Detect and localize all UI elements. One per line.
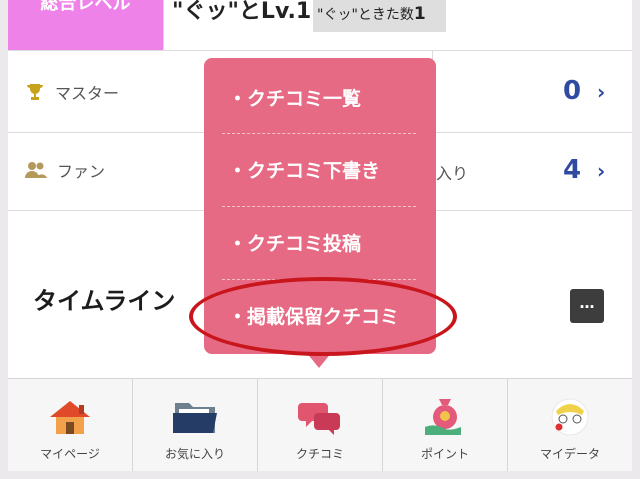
gutto-count-value: 1 (413, 4, 426, 24)
nav-label: クチコミ (295, 447, 344, 461)
fan-label: ファン (57, 162, 106, 181)
master-label: マスター (55, 84, 120, 103)
nav-favorites[interactable]: お気に入り (133, 379, 258, 471)
chevron-right-icon[interactable]: › (597, 80, 605, 104)
folder-icon (173, 403, 217, 433)
fan-row-label[interactable]: ファン (25, 158, 105, 182)
menu-separator (222, 133, 416, 134)
master-row-label[interactable]: マスター (25, 80, 119, 104)
nav-mypage[interactable]: マイページ (8, 379, 133, 471)
nav-label: マイデータ (539, 447, 600, 461)
menu-item-kuchikomi-list[interactable]: ・クチコミ一覧 (228, 84, 418, 111)
money-bag-icon (425, 399, 461, 435)
nav-points[interactable]: ポイント (383, 379, 508, 471)
highlight-circle (189, 277, 457, 356)
menu-separator (222, 206, 416, 207)
people-icon (25, 162, 47, 178)
overall-level-tab[interactable]: 総合レベル (8, 0, 163, 50)
chat-bubbles-icon (298, 403, 340, 435)
trophy-icon (27, 84, 43, 100)
nav-label: マイページ (40, 447, 100, 461)
menu-item-kuchikomi-drafts[interactable]: ・クチコミ下書き (228, 156, 418, 183)
avatar-icon (551, 398, 589, 436)
overall-level-label: 総合レベル (40, 0, 131, 14)
gutto-count-label: "ぐッ"ときた数 (317, 7, 414, 23)
divider (163, 0, 164, 50)
nav-label: ポイント (420, 447, 469, 461)
gutto-count: "ぐッ"ときた数1 (313, 0, 446, 32)
fan-count[interactable]: 4 (563, 155, 581, 185)
chevron-right-icon[interactable]: › (597, 159, 605, 183)
timeline-title: タイムライン (33, 287, 176, 315)
more-options-button[interactable]: … (570, 289, 604, 323)
nav-label: お気に入り (164, 447, 225, 461)
master-count[interactable]: 0 (563, 76, 581, 106)
nav-mydata[interactable]: マイデータ (508, 379, 632, 471)
favorite-partial-label: 入り (436, 164, 469, 183)
bottom-nav: マイページ お気に入り クチコミ ポイント マイデータ (8, 378, 632, 471)
level-value: "ぐッ"とLv.1 (172, 0, 312, 24)
home-icon (50, 401, 90, 434)
menu-item-kuchikomi-post[interactable]: ・クチコミ投稿 (228, 229, 418, 256)
divider (8, 50, 632, 51)
nav-kuchikomi[interactable]: クチコミ (258, 379, 383, 471)
